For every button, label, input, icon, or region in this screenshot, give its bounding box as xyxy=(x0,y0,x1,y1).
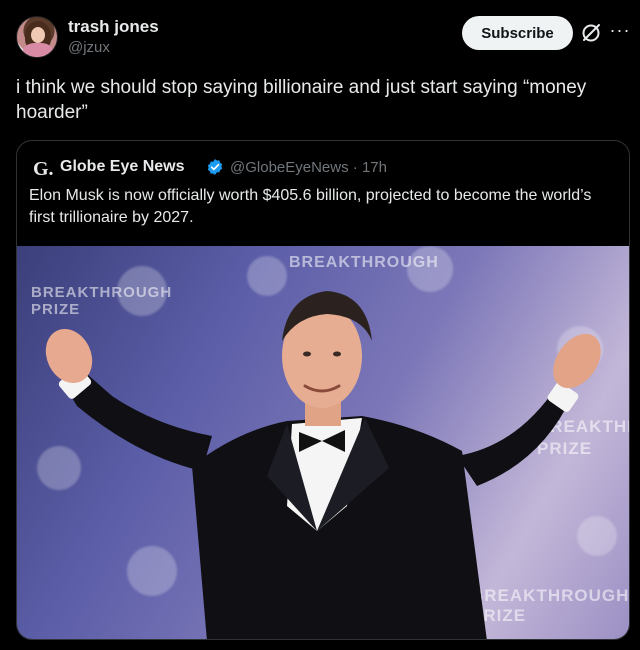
quoted-handle-and-time: @GlobeEyeNews · 17h xyxy=(230,159,387,176)
more-icon[interactable]: ··· xyxy=(608,20,632,44)
author-avatar[interactable] xyxy=(16,16,58,58)
quoted-photo[interactable]: BREAKTHROUGH PRIZE BREAKTHROUGH BREAKTHR… xyxy=(17,246,629,639)
globe-eye-news-logo: G. xyxy=(33,158,54,180)
author-name[interactable]: trash jones xyxy=(68,17,159,37)
quoted-text: Elon Musk is now officially worth $405.6… xyxy=(29,187,592,226)
grok-icon[interactable] xyxy=(580,22,602,44)
author-handle[interactable]: @jzux xyxy=(68,39,110,56)
post: trash jones @jzux Subscribe ··· i think … xyxy=(0,0,640,650)
quoted-post[interactable]: G. Globe Eye News @GlobeEyeNews · 17h El… xyxy=(16,140,630,640)
person-illustration xyxy=(45,291,601,639)
quoted-author-name[interactable]: Globe Eye News xyxy=(60,158,185,176)
post-text: i think we should stop saying billionair… xyxy=(16,77,587,123)
subscribe-button[interactable]: Subscribe xyxy=(462,16,573,50)
verified-badge-icon xyxy=(207,159,223,175)
